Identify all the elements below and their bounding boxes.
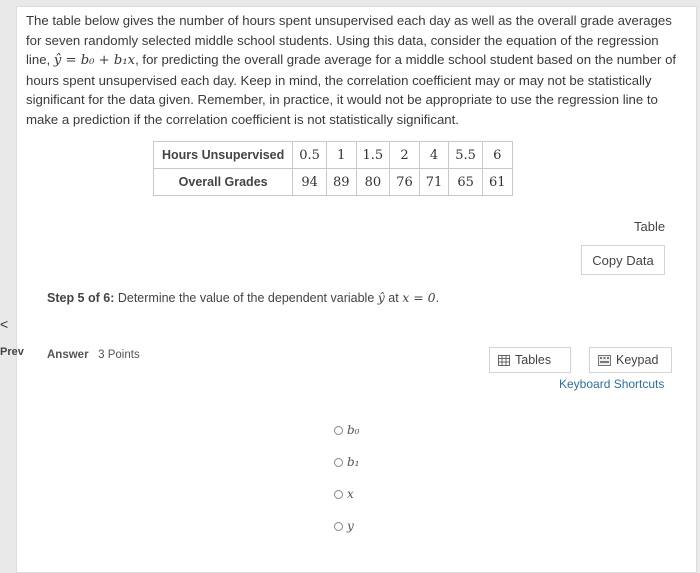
option-y[interactable]: y (334, 510, 360, 542)
option-label: b₁ (347, 455, 360, 469)
row-header-grades: Overall Grades (152, 168, 294, 196)
table-link[interactable]: Table (634, 219, 665, 234)
answer-header: Answer 3 Points (47, 349, 140, 361)
table-cell: 76 (389, 168, 420, 196)
step-label: Step 5 of 6: (47, 291, 115, 305)
table-cell: 1 (325, 141, 357, 169)
answer-options: b₀ b₁ x y (334, 414, 360, 542)
step-text-end: . (435, 291, 440, 305)
keypad-label: Keypad (616, 353, 659, 367)
prev-button[interactable]: Prev (0, 346, 24, 358)
table-icon (498, 354, 510, 366)
table-cell: 94 (292, 168, 327, 196)
table-cell: 71 (418, 168, 450, 196)
step-yhat: ŷ (377, 290, 385, 305)
table-row: Hours Unsupervised 0.5 1 1.5 2 4 5.5 6 (152, 141, 513, 169)
table-cell: 61 (481, 168, 513, 196)
keypad-button[interactable]: Keypad (589, 347, 672, 373)
table-cell: 5.5 (448, 141, 483, 169)
keypad-icon (598, 354, 611, 366)
table-row: Overall Grades 94 89 80 76 71 65 61 (152, 168, 513, 196)
keyboard-shortcuts-link[interactable]: Keyboard Shortcuts (559, 377, 664, 391)
answer-label: Answer (47, 349, 89, 361)
tables-label: Tables (515, 353, 552, 367)
row-header-hours: Hours Unsupervised (152, 141, 294, 169)
option-x[interactable]: x (334, 478, 360, 510)
table-cell: 4 (418, 141, 450, 169)
copy-data-button[interactable]: Copy Data (581, 245, 665, 275)
option-label: y (347, 519, 354, 533)
step-prompt: Step 5 of 6: Determine the value of the … (47, 290, 439, 305)
answer-points: 3 Points (98, 349, 140, 361)
tables-button[interactable]: Tables (489, 347, 571, 373)
data-table: Hours Unsupervised 0.5 1 1.5 2 4 5.5 6 O… (152, 141, 513, 196)
table-cell: 65 (448, 168, 483, 196)
table-cell: 1.5 (355, 141, 391, 169)
step-text: Determine the value of the dependent var… (114, 291, 378, 305)
option-b1[interactable]: b₁ (334, 446, 360, 478)
table-cell: 0.5 (292, 141, 327, 169)
regression-equation: ŷ = b₀ + b₁x (53, 53, 136, 68)
option-label: b₀ (347, 423, 360, 437)
step-condition: x = 0 (402, 290, 436, 305)
table-cell: 2 (389, 141, 420, 169)
option-b0[interactable]: b₀ (334, 414, 360, 446)
table-cell: 80 (355, 168, 391, 196)
table-cell: 89 (325, 168, 357, 196)
radio-button[interactable] (334, 521, 343, 531)
table-cell: 6 (481, 141, 513, 169)
step-text-mid: at (384, 291, 403, 305)
radio-button[interactable] (334, 489, 343, 499)
radio-button[interactable] (334, 457, 343, 467)
question-text: The table below gives the number of hour… (26, 11, 686, 129)
radio-button[interactable] (334, 425, 343, 435)
option-label: x (347, 487, 354, 501)
prev-arrow-icon[interactable]: < (0, 316, 16, 332)
answer-tools: Tables Keypad (489, 347, 672, 373)
